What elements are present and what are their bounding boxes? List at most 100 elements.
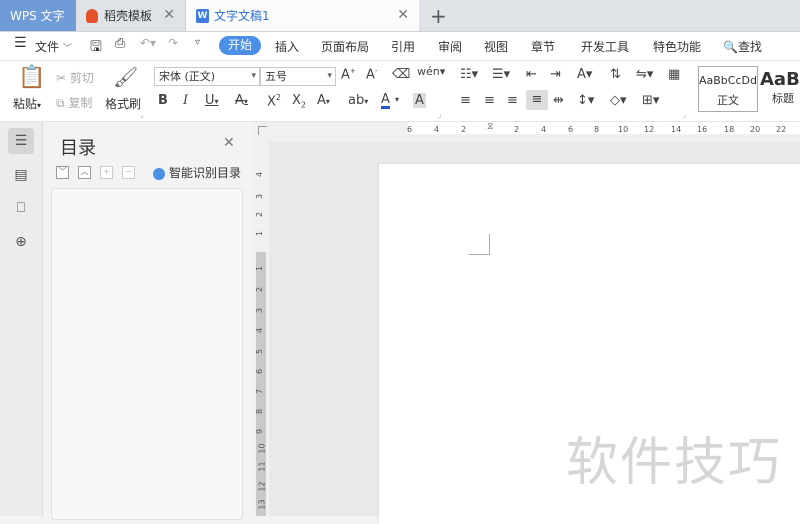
copy-label: 复制 (68, 96, 93, 110)
chapter-nav-icon[interactable]: ▤ (8, 162, 34, 188)
font-color-icon[interactable]: A (381, 93, 390, 109)
search-button[interactable]: 🔍查找 (723, 38, 762, 55)
align-center-icon[interactable]: ≡ (484, 93, 495, 108)
scissors-icon: ✂ (56, 71, 67, 85)
tab-insert[interactable]: 插入 (275, 38, 299, 55)
subscript-icon[interactable]: X2 (292, 93, 306, 110)
close-icon[interactable]: ✕ (223, 135, 235, 151)
tab-template-label: 稻壳模板 (104, 9, 153, 23)
underline-icon[interactable]: U▾ (205, 93, 219, 108)
align-left-icon[interactable]: ≡ (460, 93, 471, 108)
show-hide-marks-icon[interactable]: ⇋▾ (636, 67, 653, 82)
sort-icon[interactable]: ⇅ (610, 67, 621, 82)
search-label: 查找 (737, 40, 762, 54)
distributed-align-icon[interactable]: ⇹ (553, 93, 564, 108)
grow-font-icon[interactable]: A+ (341, 67, 356, 82)
close-icon[interactable]: ✕ (163, 8, 175, 22)
format-painter-icon[interactable]: 🖌 (113, 65, 138, 89)
ruler-tick: 1 (255, 230, 265, 237)
expand-all-icon[interactable]: ︿ (78, 166, 91, 179)
print-icon[interactable]: ⎙ (115, 36, 125, 51)
ruler-tick: 6 (255, 368, 265, 375)
font-size-select[interactable]: 五号 ▾ (260, 67, 336, 86)
tab-start[interactable]: 开始 (219, 36, 261, 55)
title-bar: WPS 文字 稻壳模板 ✕ W 文字文稿1 ✕ + (0, 0, 800, 32)
tab-view[interactable]: 视图 (484, 38, 508, 55)
table-grid-icon[interactable]: ▦ (668, 67, 680, 82)
decrease-indent-icon[interactable]: ⇤ (526, 67, 537, 82)
bookmark-icon[interactable]: ⎕ (8, 195, 34, 221)
bold-icon[interactable]: B (158, 93, 168, 108)
shading-icon[interactable]: ◇▾ (610, 93, 627, 108)
menu-bar: ☰ 文件 ﹀ 🖫 ⎙ ↶▾ ↷ ▿ 开始 插入 页面布局 引用 审阅 视图 章节… (0, 32, 800, 61)
tab-template[interactable]: 稻壳模板 ✕ (76, 0, 186, 31)
tab-special-features[interactable]: 特色功能 (653, 38, 701, 55)
format-painter-button[interactable]: 格式刷 (105, 95, 141, 112)
paragraph-expand-icon[interactable]: ⌟ (683, 111, 686, 119)
tab-document[interactable]: W 文字文稿1 ✕ (186, 0, 419, 31)
paste-button[interactable]: 粘贴▾ (13, 95, 41, 112)
ruler-tick: 20 (750, 125, 761, 134)
tab-document-label: 文字文稿1 (214, 9, 270, 23)
chevron-down-icon[interactable]: ▾ (395, 95, 399, 104)
increase-indent-icon[interactable]: ⇥ (550, 67, 561, 82)
style-heading-preview: AaB (760, 69, 800, 90)
close-icon[interactable]: ✕ (397, 8, 409, 22)
clipboard-expand-icon[interactable]: ⌟ (140, 111, 143, 119)
collapse-all-icon[interactable]: ﹀ (56, 166, 69, 179)
strikethrough-icon[interactable]: A▾ (235, 93, 248, 108)
undo-icon[interactable]: ↶▾ (140, 36, 156, 50)
tab-review[interactable]: 审阅 (438, 38, 462, 55)
chinese-layout-icon[interactable]: A▾ (577, 67, 592, 82)
ruler-tick: 6 (407, 125, 413, 134)
ruler-tick: 11 (257, 461, 267, 472)
clear-format-icon[interactable]: ⌫ (392, 67, 410, 82)
smart-toc-button[interactable]: 智能识别目录 (153, 164, 241, 181)
quick-access-dropdown-icon[interactable]: ▿ (195, 37, 200, 48)
redo-icon[interactable]: ↷ (168, 36, 178, 50)
font-expand-icon[interactable]: ⌟ (438, 111, 441, 119)
new-tab-button[interactable]: + (430, 4, 447, 28)
align-right-icon[interactable]: ≡ (507, 93, 518, 108)
line-spacing-icon[interactable]: ↕▾ (577, 93, 594, 108)
remove-entry-icon[interactable]: − (122, 166, 135, 179)
style-heading-label: 标题 (772, 92, 794, 105)
ruler-tick: 2 (255, 286, 265, 293)
font-name-select[interactable]: 宋体 (正文) ▾ (154, 67, 260, 86)
ruler-tick: 14 (671, 125, 682, 134)
character-shading-icon[interactable]: A (413, 93, 426, 108)
phonetic-guide-icon[interactable]: wén▾ (417, 65, 445, 78)
shrink-font-icon[interactable]: A- (366, 67, 377, 82)
tab-developer[interactable]: 开发工具 (581, 38, 629, 55)
indent-marker-icon[interactable]: ⧖ (487, 122, 493, 132)
cut-button[interactable]: ✂ 剪切 (56, 69, 94, 86)
superscript-icon[interactable]: X2 (267, 93, 281, 109)
text-effect-icon[interactable]: A▾ (317, 93, 330, 108)
save-icon[interactable]: 🖫 (90, 36, 102, 60)
italic-icon[interactable]: I (183, 93, 188, 108)
tab-chapter[interactable]: 章节 (531, 38, 555, 55)
tab-wps[interactable]: WPS 文字 (0, 0, 76, 31)
file-menu[interactable]: 文件 ﹀ (35, 38, 72, 55)
justify-icon[interactable]: ≡ (526, 90, 548, 110)
paste-icon[interactable]: 📋 (18, 65, 45, 90)
style-heading[interactable]: AaB 标题 (760, 66, 800, 112)
ruler-tick: 4 (434, 125, 440, 134)
borders-icon[interactable]: ⊞▾ (642, 93, 659, 108)
docer-icon (86, 8, 98, 23)
toc-nav-icon[interactable]: ☰ (8, 128, 34, 154)
tab-page-layout[interactable]: 页面布局 (321, 38, 369, 55)
ribbon: 📋 粘贴▾ ✂ 剪切 ⧉ 复制 🖌 格式刷 ⌟ 宋体 (正文) ▾ 五号 ▾ A+ … (0, 61, 800, 122)
ruler-tick: 3 (255, 193, 265, 200)
style-normal[interactable]: AaBbCcDd 正文 (698, 66, 758, 112)
hamburger-icon[interactable]: ☰ (14, 35, 27, 51)
find-replace-icon[interactable]: ⊕ (8, 229, 34, 255)
copy-icon: ⧉ (56, 96, 65, 110)
ruler-tick: 2 (514, 125, 520, 134)
add-entry-icon[interactable]: + (100, 166, 113, 179)
numbered-list-icon[interactable]: ☰▾ (492, 67, 510, 82)
bullet-list-icon[interactable]: ☷▾ (460, 67, 478, 82)
highlight-icon[interactable]: ab▾ (348, 93, 368, 108)
copy-button[interactable]: ⧉ 复制 (56, 94, 92, 111)
tab-references[interactable]: 引用 (391, 38, 415, 55)
